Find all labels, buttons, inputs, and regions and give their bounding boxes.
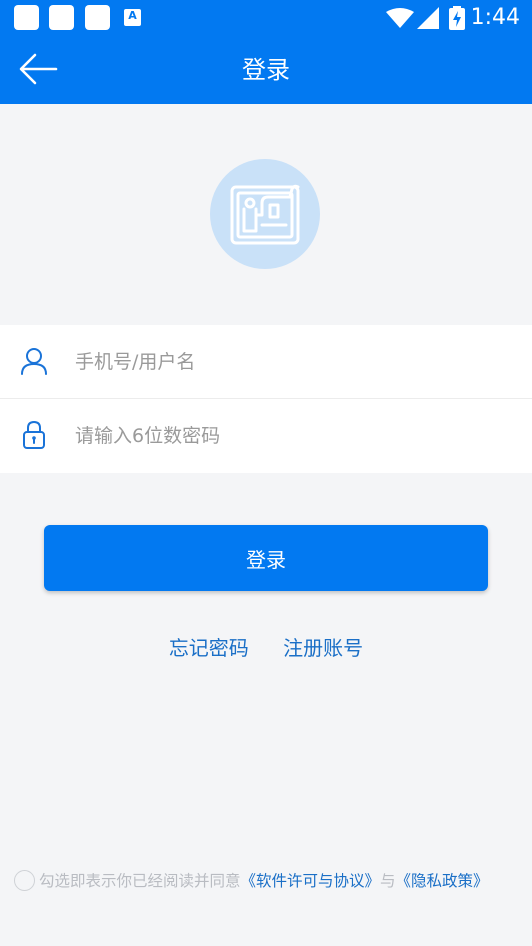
account-links: 忘记密码 注册账号 (0, 634, 532, 662)
agreement-row: 勾选即表示你已经阅读并同意《软件许可与协议》与《隐私政策》 (14, 868, 524, 894)
agreement-conjunction: 与 (380, 872, 396, 890)
license-link[interactable]: 《软件许可与协议》 (241, 872, 381, 890)
privacy-link[interactable]: 《隐私政策》 (396, 872, 489, 890)
login-button[interactable]: 登录 (44, 525, 488, 591)
agreement-checkbox[interactable] (14, 869, 35, 891)
signal-icon (417, 7, 439, 29)
app-logo-icon (230, 184, 300, 245)
password-row (0, 399, 532, 473)
status-bar: A 1:44 (0, 0, 532, 36)
page-title: 登录 (242, 56, 290, 84)
username-row (0, 325, 532, 399)
password-input[interactable] (75, 419, 505, 453)
notification-icon (49, 5, 74, 30)
user-icon (21, 348, 47, 375)
status-time: 1:44 (470, 5, 520, 30)
forgot-password-link[interactable]: 忘记密码 (169, 636, 249, 660)
notification-icon (14, 5, 39, 30)
notification-icon (85, 5, 110, 30)
logo (210, 159, 320, 269)
register-link[interactable]: 注册账号 (283, 636, 363, 660)
app-a-icon: A (124, 9, 141, 26)
app-bar: 登录 (0, 36, 532, 104)
login-form (0, 325, 532, 473)
wifi-icon (386, 8, 414, 28)
battery-charging-icon (449, 6, 465, 30)
agreement-text: 勾选即表示你已经阅读并同意 (39, 872, 241, 890)
lock-icon (23, 420, 45, 449)
username-input[interactable] (75, 345, 505, 379)
